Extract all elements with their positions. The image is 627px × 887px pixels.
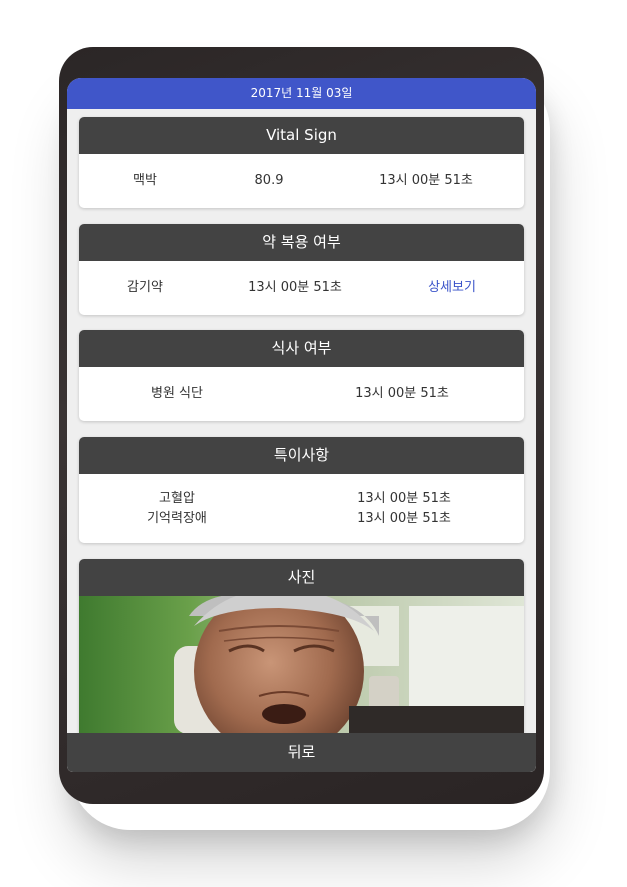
meal-title: 식사 여부: [79, 330, 524, 367]
vital-sign-card: Vital Sign 맥박 80.9 13시 00분 51초: [79, 117, 524, 208]
vital-sign-title: Vital Sign: [79, 117, 524, 154]
note-name: 기억력장애: [147, 511, 207, 526]
back-label: 뒤로: [287, 743, 316, 761]
meal-time: 13시 00분 51초: [355, 386, 449, 401]
vital-sign-row: 맥박 80.9 13시 00분 51초: [79, 154, 524, 208]
note-time: 13시 00분 51초: [357, 511, 451, 526]
note-name: 고혈압: [159, 491, 195, 506]
note-time: 13시 00분 51초: [357, 491, 451, 506]
notes-card: 특이사항 고혈압 13시 00분 51초 기억력장애 13시 00분 51초: [79, 437, 524, 543]
back-button[interactable]: 뒤로: [67, 733, 536, 772]
meal-row: 병원 식단 13시 00분 51초: [79, 367, 524, 421]
patient-photo-image: [79, 596, 524, 734]
medication-row: 감기약 13시 00분 51초 상세보기: [79, 261, 524, 315]
detail-link[interactable]: 상세보기: [428, 261, 476, 315]
photo-title: 사진: [79, 559, 524, 596]
app-screen: 2017년 11월 03일 Vital Sign 맥박 80.9 13시 00분…: [67, 78, 536, 772]
date-label: 2017년 11월 03일: [250, 86, 353, 100]
meal-name: 병원 식단: [151, 386, 203, 401]
notes-title: 특이사항: [79, 437, 524, 474]
medication-title: 약 복용 여부: [79, 224, 524, 261]
vital-name: 맥박: [133, 173, 157, 188]
date-bar: 2017년 11월 03일: [67, 78, 536, 109]
meal-card: 식사 여부 병원 식단 13시 00분 51초: [79, 330, 524, 421]
medication-time: 13시 00분 51초: [248, 280, 342, 295]
medication-name: 감기약: [127, 280, 163, 295]
medication-card: 약 복용 여부 감기약 13시 00분 51초 상세보기: [79, 224, 524, 315]
vital-value: 80.9: [254, 173, 284, 188]
patient-photo: [79, 596, 524, 734]
notes-list: 고혈압 13시 00분 51초 기억력장애 13시 00분 51초: [79, 474, 524, 543]
vital-time: 13시 00분 51초: [379, 173, 473, 188]
